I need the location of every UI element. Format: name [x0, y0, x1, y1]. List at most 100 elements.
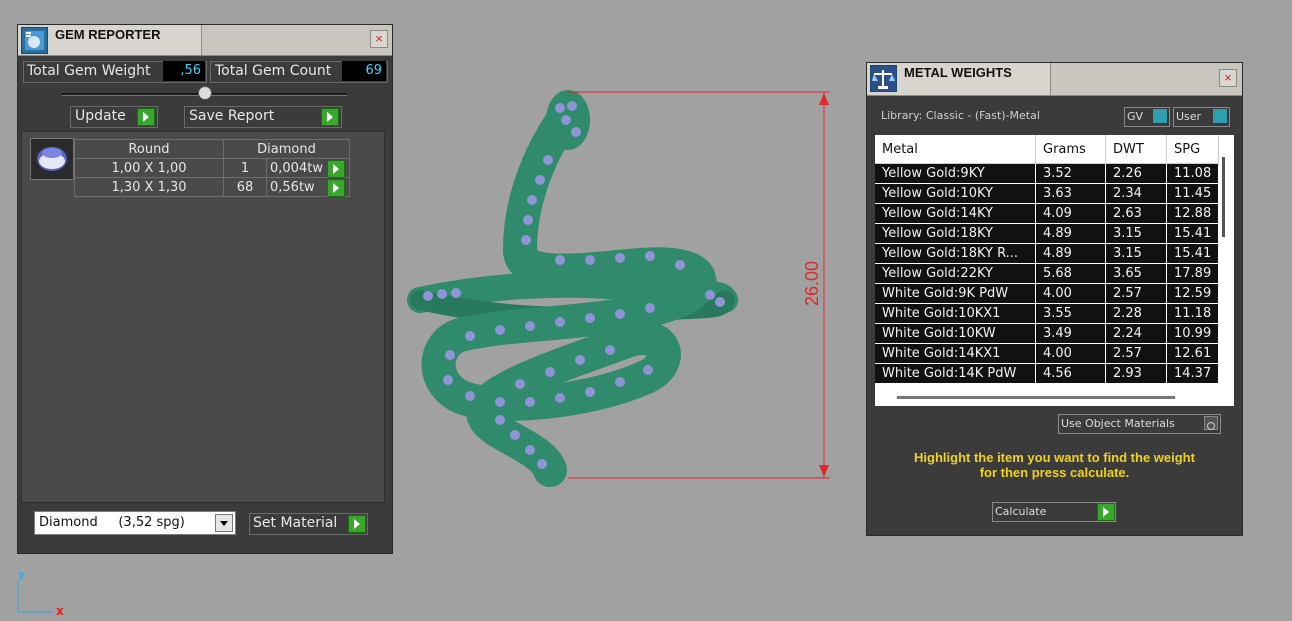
- table-row[interactable]: Yellow Gold:10KY 3.63 2.34 11.45: [875, 183, 1220, 204]
- total-gem-weight-value: ,56: [163, 61, 205, 81]
- column-header-metal[interactable]: Metal: [875, 135, 1036, 164]
- table-row[interactable]: 1,30 X 1,30 68 0,56tw: [74, 177, 350, 197]
- save-report-button[interactable]: Save Report: [184, 106, 342, 128]
- use-object-materials-label: Use Object Materials: [1061, 417, 1175, 430]
- spg-cell: 11.45: [1166, 183, 1220, 204]
- spg-cell: 12.61: [1166, 343, 1220, 364]
- metal-name-cell: Yellow Gold:9KY: [875, 163, 1036, 184]
- material-select-value: Diamond (3,52 spg): [39, 515, 185, 530]
- table-row[interactable]: White Gold:14K PdW 4.56 2.93 14.37: [875, 363, 1220, 384]
- calculate-hint: Highlight the item you want to find the …: [867, 450, 1242, 480]
- total-gem-count-value: 69: [342, 61, 386, 81]
- spg-cell: 17.89: [1166, 263, 1220, 284]
- spg-cell: 14.37: [1166, 363, 1220, 384]
- gv-toggle[interactable]: GV: [1124, 107, 1170, 127]
- table-row[interactable]: White Gold:10KX1 3.55 2.28 11.18: [875, 303, 1220, 324]
- vertical-scrollbar[interactable]: [1222, 157, 1225, 237]
- save-report-label: Save Report: [189, 108, 275, 124]
- grams-cell: 4.56: [1035, 363, 1106, 384]
- library-label: Library: Classic - (Fast)-Metal: [881, 109, 1040, 122]
- table-row[interactable]: Yellow Gold:14KY 4.09 2.63 12.88: [875, 203, 1220, 224]
- user-toggle[interactable]: User: [1173, 107, 1230, 127]
- calculate-label: Calculate: [995, 505, 1047, 518]
- calculate-play-icon[interactable]: [1097, 503, 1115, 521]
- grams-cell: 3.49: [1035, 323, 1106, 344]
- gem-weight-cell: 0,56tw: [266, 177, 350, 197]
- material-select[interactable]: Diamond (3,52 spg): [34, 511, 236, 535]
- grams-cell: 4.89: [1035, 223, 1106, 244]
- gem-reporter-close-button[interactable]: ×: [370, 30, 388, 48]
- grams-cell: 5.68: [1035, 263, 1106, 284]
- gem-weight-value: 0,56tw: [270, 179, 315, 195]
- metal-weights-title: METAL WEIGHTS: [904, 65, 1012, 80]
- metal-weights-close-button[interactable]: ×: [1219, 69, 1237, 87]
- splitter-handle[interactable]: [198, 86, 212, 100]
- table-row[interactable]: White Gold:9K PdW 4.00 2.57 12.59: [875, 283, 1220, 304]
- table-row[interactable]: White Gold:14KX1 4.00 2.57 12.61: [875, 343, 1220, 364]
- set-material-button[interactable]: Set Material: [249, 513, 368, 535]
- metal-weights-titlebar[interactable]: METAL WEIGHTS ×: [867, 63, 1242, 96]
- user-toggle-indicator[interactable]: [1213, 109, 1227, 123]
- table-row[interactable]: Yellow Gold:18KY R... 4.89 3.15 15.41: [875, 243, 1220, 264]
- update-label: Update: [75, 108, 126, 124]
- calculate-button[interactable]: Calculate: [992, 502, 1116, 522]
- gem-reporter-titlebar[interactable]: GEM REPORTER ×: [18, 25, 392, 56]
- metal-name-cell: White Gold:14KX1: [875, 343, 1036, 364]
- spg-cell: 12.88: [1166, 203, 1220, 224]
- save-report-play-icon[interactable]: [321, 108, 339, 126]
- gv-toggle-indicator[interactable]: [1153, 109, 1167, 123]
- hint-line-2: for then press calculate.: [979, 465, 1130, 480]
- grams-cell: 3.55: [1035, 303, 1106, 324]
- scale-app-icon: [870, 65, 897, 92]
- set-material-play-icon[interactable]: [348, 515, 366, 533]
- dwt-cell: 2.24: [1105, 323, 1167, 344]
- gem-shape-header: Round: [74, 139, 224, 159]
- axis-y-label: y: [18, 568, 26, 581]
- spg-cell: 12.59: [1166, 283, 1220, 304]
- dwt-cell: 2.57: [1105, 283, 1167, 304]
- metal-weights-panel: METAL WEIGHTS × Library: Classic - (Fast…: [866, 62, 1243, 536]
- dwt-cell: 2.57: [1105, 343, 1167, 364]
- set-material-label: Set Material: [253, 515, 338, 531]
- column-header-spg[interactable]: SPG: [1166, 135, 1220, 164]
- horizontal-scrollbar[interactable]: [897, 396, 1175, 399]
- column-header-dwt[interactable]: DWT: [1105, 135, 1167, 164]
- row-select-play-icon[interactable]: [327, 160, 345, 178]
- table-row[interactable]: Yellow Gold:9KY 3.52 2.26 11.08: [875, 163, 1220, 184]
- chevron-down-icon[interactable]: [215, 514, 233, 532]
- grams-cell: 3.52: [1035, 163, 1106, 184]
- table-row[interactable]: 1,00 X 1,00 1 0,004tw: [74, 158, 350, 178]
- radio-indicator-icon[interactable]: [1204, 416, 1218, 430]
- metal-name-cell: White Gold:9K PdW: [875, 283, 1036, 304]
- grams-cell: 4.00: [1035, 283, 1106, 304]
- spg-cell: 15.41: [1166, 243, 1220, 264]
- grams-cell: 3.63: [1035, 183, 1106, 204]
- metal-name-cell: White Gold:10KW: [875, 323, 1036, 344]
- gv-label: GV: [1127, 110, 1144, 123]
- update-play-icon[interactable]: [137, 108, 155, 126]
- update-button[interactable]: Update: [70, 106, 158, 128]
- column-header-grams[interactable]: Grams: [1035, 135, 1106, 164]
- row-select-play-icon[interactable]: [327, 179, 345, 197]
- metal-table-container[interactable]: Metal Grams DWT SPG Yellow Gold:9KY 3.52 2…: [875, 135, 1234, 406]
- gem-table: Round Diamond 1,00 X 1,00 1 0,004tw 1,30…: [74, 139, 350, 197]
- gem-material-header: Diamond: [223, 139, 350, 159]
- metal-name-cell: Yellow Gold:14KY: [875, 203, 1036, 224]
- gem-reporter-title: GEM REPORTER: [55, 27, 161, 42]
- table-row[interactable]: Yellow Gold:18KY 4.89 3.15 15.41: [875, 223, 1220, 244]
- gem-weight-cell: 0,004tw: [266, 158, 350, 178]
- use-object-materials-toggle[interactable]: Use Object Materials: [1058, 414, 1221, 434]
- metal-table: Metal Grams DWT SPG Yellow Gold:9KY 3.52 2…: [875, 135, 1220, 384]
- dwt-cell: 2.63: [1105, 203, 1167, 224]
- spg-cell: 10.99: [1166, 323, 1220, 344]
- dimension-value: 26.00: [802, 260, 823, 307]
- table-row[interactable]: Yellow Gold:22KY 5.68 3.65 17.89: [875, 263, 1220, 284]
- dwt-cell: 3.15: [1105, 223, 1167, 244]
- total-gem-count-label: Total Gem Count: [215, 63, 332, 79]
- spg-cell: 11.08: [1166, 163, 1220, 184]
- dwt-cell: 2.28: [1105, 303, 1167, 324]
- dwt-cell: 3.15: [1105, 243, 1167, 264]
- grams-cell: 4.09: [1035, 203, 1106, 224]
- table-row[interactable]: White Gold:10KW 3.49 2.24 10.99: [875, 323, 1220, 344]
- gem-count-cell: 1: [223, 158, 267, 178]
